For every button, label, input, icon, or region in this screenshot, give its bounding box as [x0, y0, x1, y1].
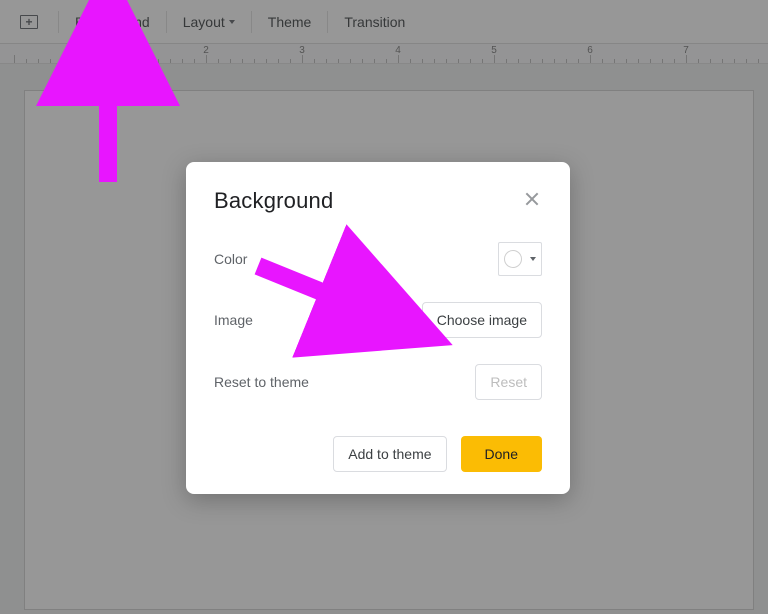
choose-image-button[interactable]: Choose image — [422, 302, 542, 338]
background-dialog: Background Color Image Choose image Rese… — [186, 162, 570, 494]
dialog-title: Background — [214, 188, 333, 214]
done-button[interactable]: Done — [461, 436, 542, 472]
chevron-down-icon — [530, 257, 536, 261]
color-swatch-icon — [504, 250, 522, 268]
color-label: Color — [214, 251, 247, 267]
reset-label: Reset to theme — [214, 374, 309, 390]
image-label: Image — [214, 312, 253, 328]
add-to-theme-button[interactable]: Add to theme — [333, 436, 446, 472]
close-icon[interactable] — [522, 190, 542, 210]
color-picker-button[interactable] — [498, 242, 542, 276]
reset-button: Reset — [475, 364, 542, 400]
